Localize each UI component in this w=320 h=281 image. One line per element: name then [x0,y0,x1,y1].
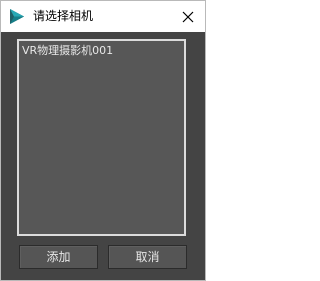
cancel-button[interactable]: 取消 [108,245,187,269]
dialog-body: VR物理摄影机001 添加 取消 [1,32,205,280]
dialog-title: 请选择相机 [33,9,94,23]
camera-listbox[interactable]: VR物理摄影机001 [17,39,186,236]
camera-list-item[interactable]: VR物理摄影机001 [21,44,114,57]
select-camera-dialog: 请选择相机 VR物理摄影机001 添加 取消 [0,0,206,281]
close-button[interactable] [177,6,199,28]
add-button[interactable]: 添加 [19,245,98,269]
3ds-max-logo-icon [10,9,24,24]
close-icon [182,8,194,27]
title-bar[interactable]: 请选择相机 [1,1,205,32]
